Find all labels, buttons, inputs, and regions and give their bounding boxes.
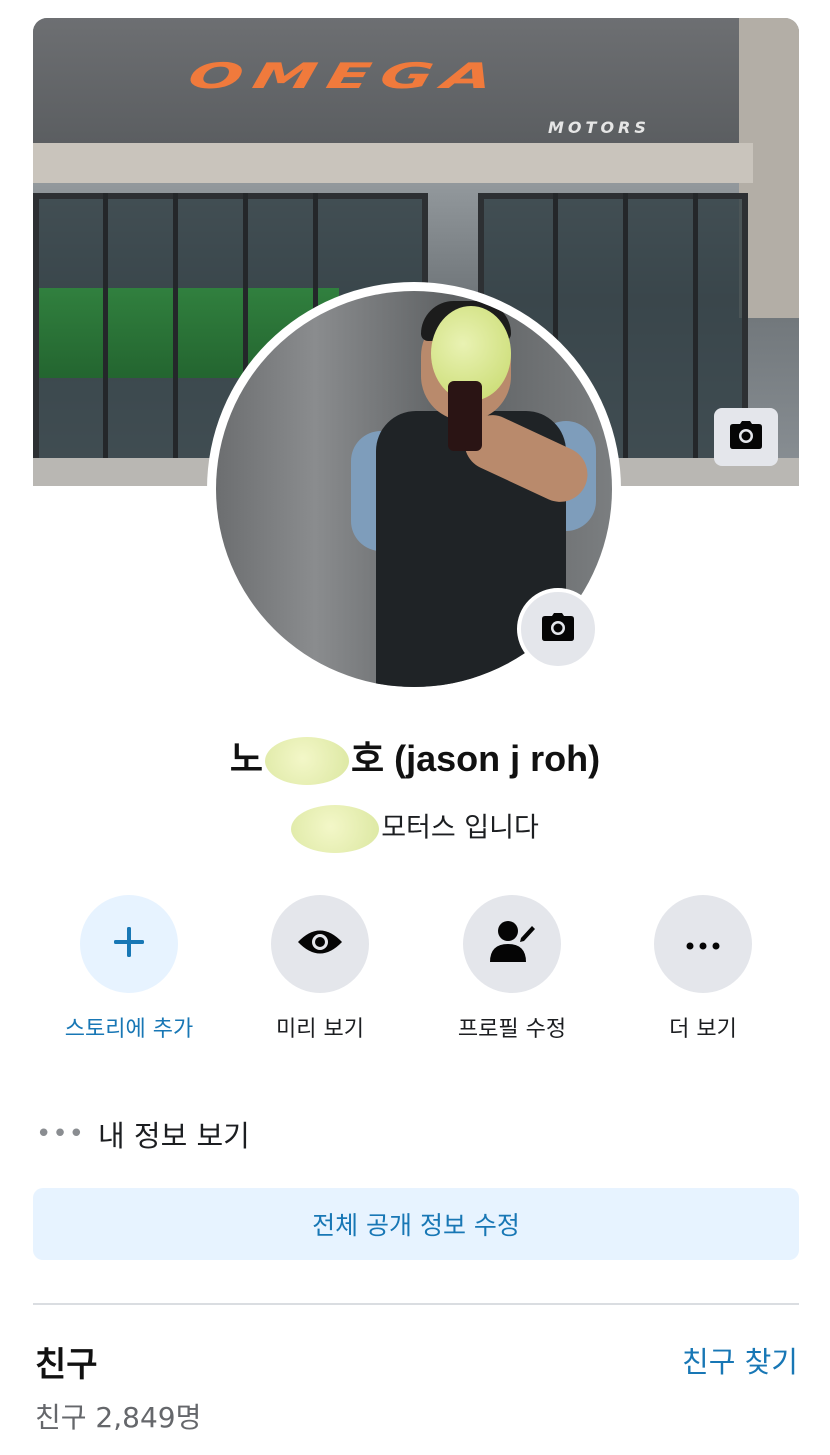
camera-icon (541, 613, 575, 645)
add-to-story-button[interactable]: 스토리에 추가 (33, 895, 225, 1043)
view-my-info-button[interactable]: ••• 내 정보 보기 (36, 1112, 250, 1156)
window-mullion (103, 193, 108, 468)
window-mullion (173, 193, 178, 468)
profile-name: 노 호 (jason j roh) (0, 730, 830, 786)
view-my-info-label: 내 정보 보기 (98, 1119, 250, 1153)
profile-actions: 스토리에 추가 미리 보기 프로필 수정 더 보기 (33, 895, 799, 1045)
add-to-story-label: 스토리에 추가 (64, 1017, 194, 1042)
profile-camera-button[interactable] (517, 588, 599, 670)
preview-label: 미리 보기 (276, 1017, 364, 1042)
profile-bio: 모터스 입니다 (0, 805, 830, 853)
edit-profile-button[interactable]: 프로필 수정 (416, 895, 608, 1043)
find-friends-link[interactable]: 친구 찾기 (682, 1339, 798, 1381)
more-circle (654, 895, 752, 993)
store-logo-sub: MOTORS (548, 118, 650, 137)
avatar-phone (448, 381, 482, 451)
profile-bio-text: 모터스 입니다 (381, 812, 539, 844)
window-mullion (623, 193, 628, 468)
eye-icon (296, 927, 344, 961)
add-to-story-circle (80, 895, 178, 993)
edit-profile-circle (463, 895, 561, 993)
profile-name-suffix: 호 (jason j roh) (351, 738, 601, 779)
more-icon (686, 935, 720, 954)
friends-count: 친구 2,849명 (35, 1401, 202, 1434)
more-button[interactable]: 더 보기 (607, 895, 799, 1043)
bio-blur-sticker (291, 805, 380, 853)
profile-name-prefix: 노 (229, 738, 263, 779)
more-label: 더 보기 (669, 1017, 737, 1042)
facade-stripe (33, 143, 753, 183)
camera-icon (729, 421, 763, 453)
store-logo: OMEGA (184, 56, 507, 97)
section-divider (33, 1303, 799, 1305)
window-mullion (693, 193, 698, 468)
edit-profile-label: 프로필 수정 (457, 1017, 567, 1042)
name-blur-sticker (265, 737, 349, 786)
edit-public-details-label: 전체 공개 정보 수정 (312, 1211, 520, 1240)
cover-camera-button[interactable] (714, 408, 778, 466)
plus-icon (112, 925, 146, 963)
edit-profile-icon (488, 920, 536, 968)
edit-public-details-button[interactable]: 전체 공개 정보 수정 (33, 1188, 799, 1260)
preview-circle (271, 895, 369, 993)
more-dots-icon: ••• (36, 1119, 86, 1149)
preview-button[interactable]: 미리 보기 (224, 895, 416, 1043)
friends-section-title: 친구 (35, 1345, 98, 1385)
